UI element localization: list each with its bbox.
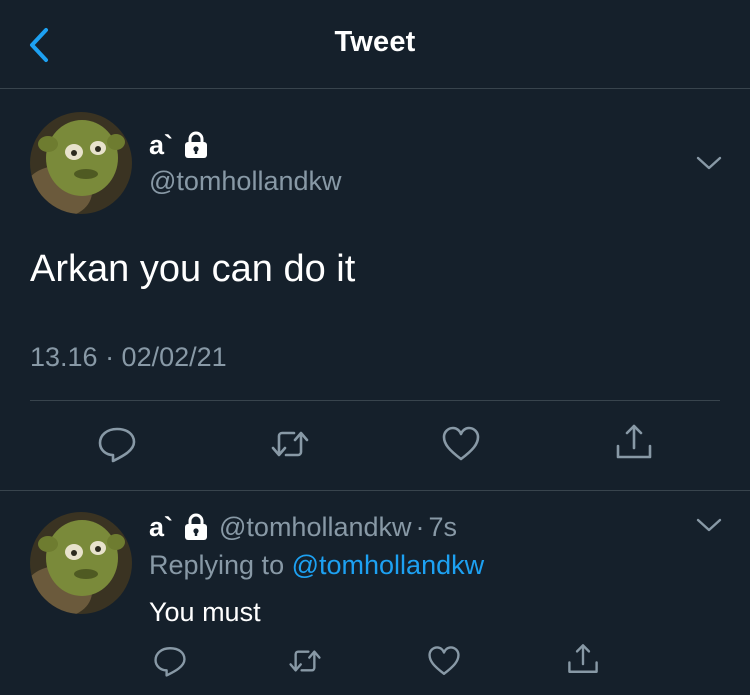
reply-author-handle[interactable]: @tomhollandkw	[219, 512, 412, 543]
retweet-icon	[289, 650, 321, 672]
reply-icon	[98, 427, 136, 463]
reply-reply-button[interactable]	[153, 644, 187, 678]
lock-icon	[183, 513, 209, 541]
author-row: a`	[149, 128, 209, 162]
replying-to: Replying to @tomhollandkw	[149, 550, 484, 581]
display-name[interactable]: a`	[149, 130, 173, 161]
page-title: Tweet	[334, 26, 416, 58]
author-handle[interactable]: @tomhollandkw	[149, 166, 342, 197]
reply-like-button[interactable]	[427, 644, 461, 678]
reply-display-name[interactable]: a`	[149, 512, 173, 543]
divider	[30, 400, 720, 401]
reply-text: You must	[149, 597, 261, 627]
reply-avatar[interactable]	[30, 512, 132, 614]
divider	[0, 490, 750, 491]
reply-menu-button[interactable]	[696, 517, 722, 533]
avatar[interactable]	[30, 112, 132, 214]
retweet-icon	[271, 431, 309, 457]
share-button[interactable]	[614, 422, 654, 462]
tweet-text: Arkan you can do it	[30, 248, 356, 290]
reply-retweet-button[interactable]	[288, 644, 322, 678]
reply-share-button[interactable]	[566, 642, 600, 676]
heart-icon	[428, 646, 460, 675]
separator-dot: ·	[415, 511, 425, 542]
reply-button[interactable]	[97, 424, 137, 464]
replying-mention-link[interactable]: @tomhollandkw	[292, 550, 485, 580]
tweet-timestamp: 13.16 · 02/02/21	[30, 342, 227, 372]
like-button[interactable]	[441, 424, 481, 464]
avatar-image	[30, 512, 132, 614]
chevron-down-icon	[696, 518, 722, 532]
avatar-image	[30, 112, 132, 214]
top-bar: Tweet	[0, 0, 750, 89]
heart-icon	[442, 426, 480, 461]
tweet-menu-button[interactable]	[696, 155, 722, 171]
retweet-button[interactable]	[270, 424, 310, 464]
reply-icon	[154, 647, 186, 677]
reply-time: 7s	[428, 511, 458, 542]
share-icon	[568, 644, 598, 673]
share-icon	[616, 424, 652, 459]
replying-prefix: Replying to	[149, 550, 285, 580]
reply-author-row: a` @tomhollandkw · 7s	[149, 510, 457, 544]
chevron-down-icon	[696, 156, 722, 170]
lock-icon	[183, 131, 209, 159]
